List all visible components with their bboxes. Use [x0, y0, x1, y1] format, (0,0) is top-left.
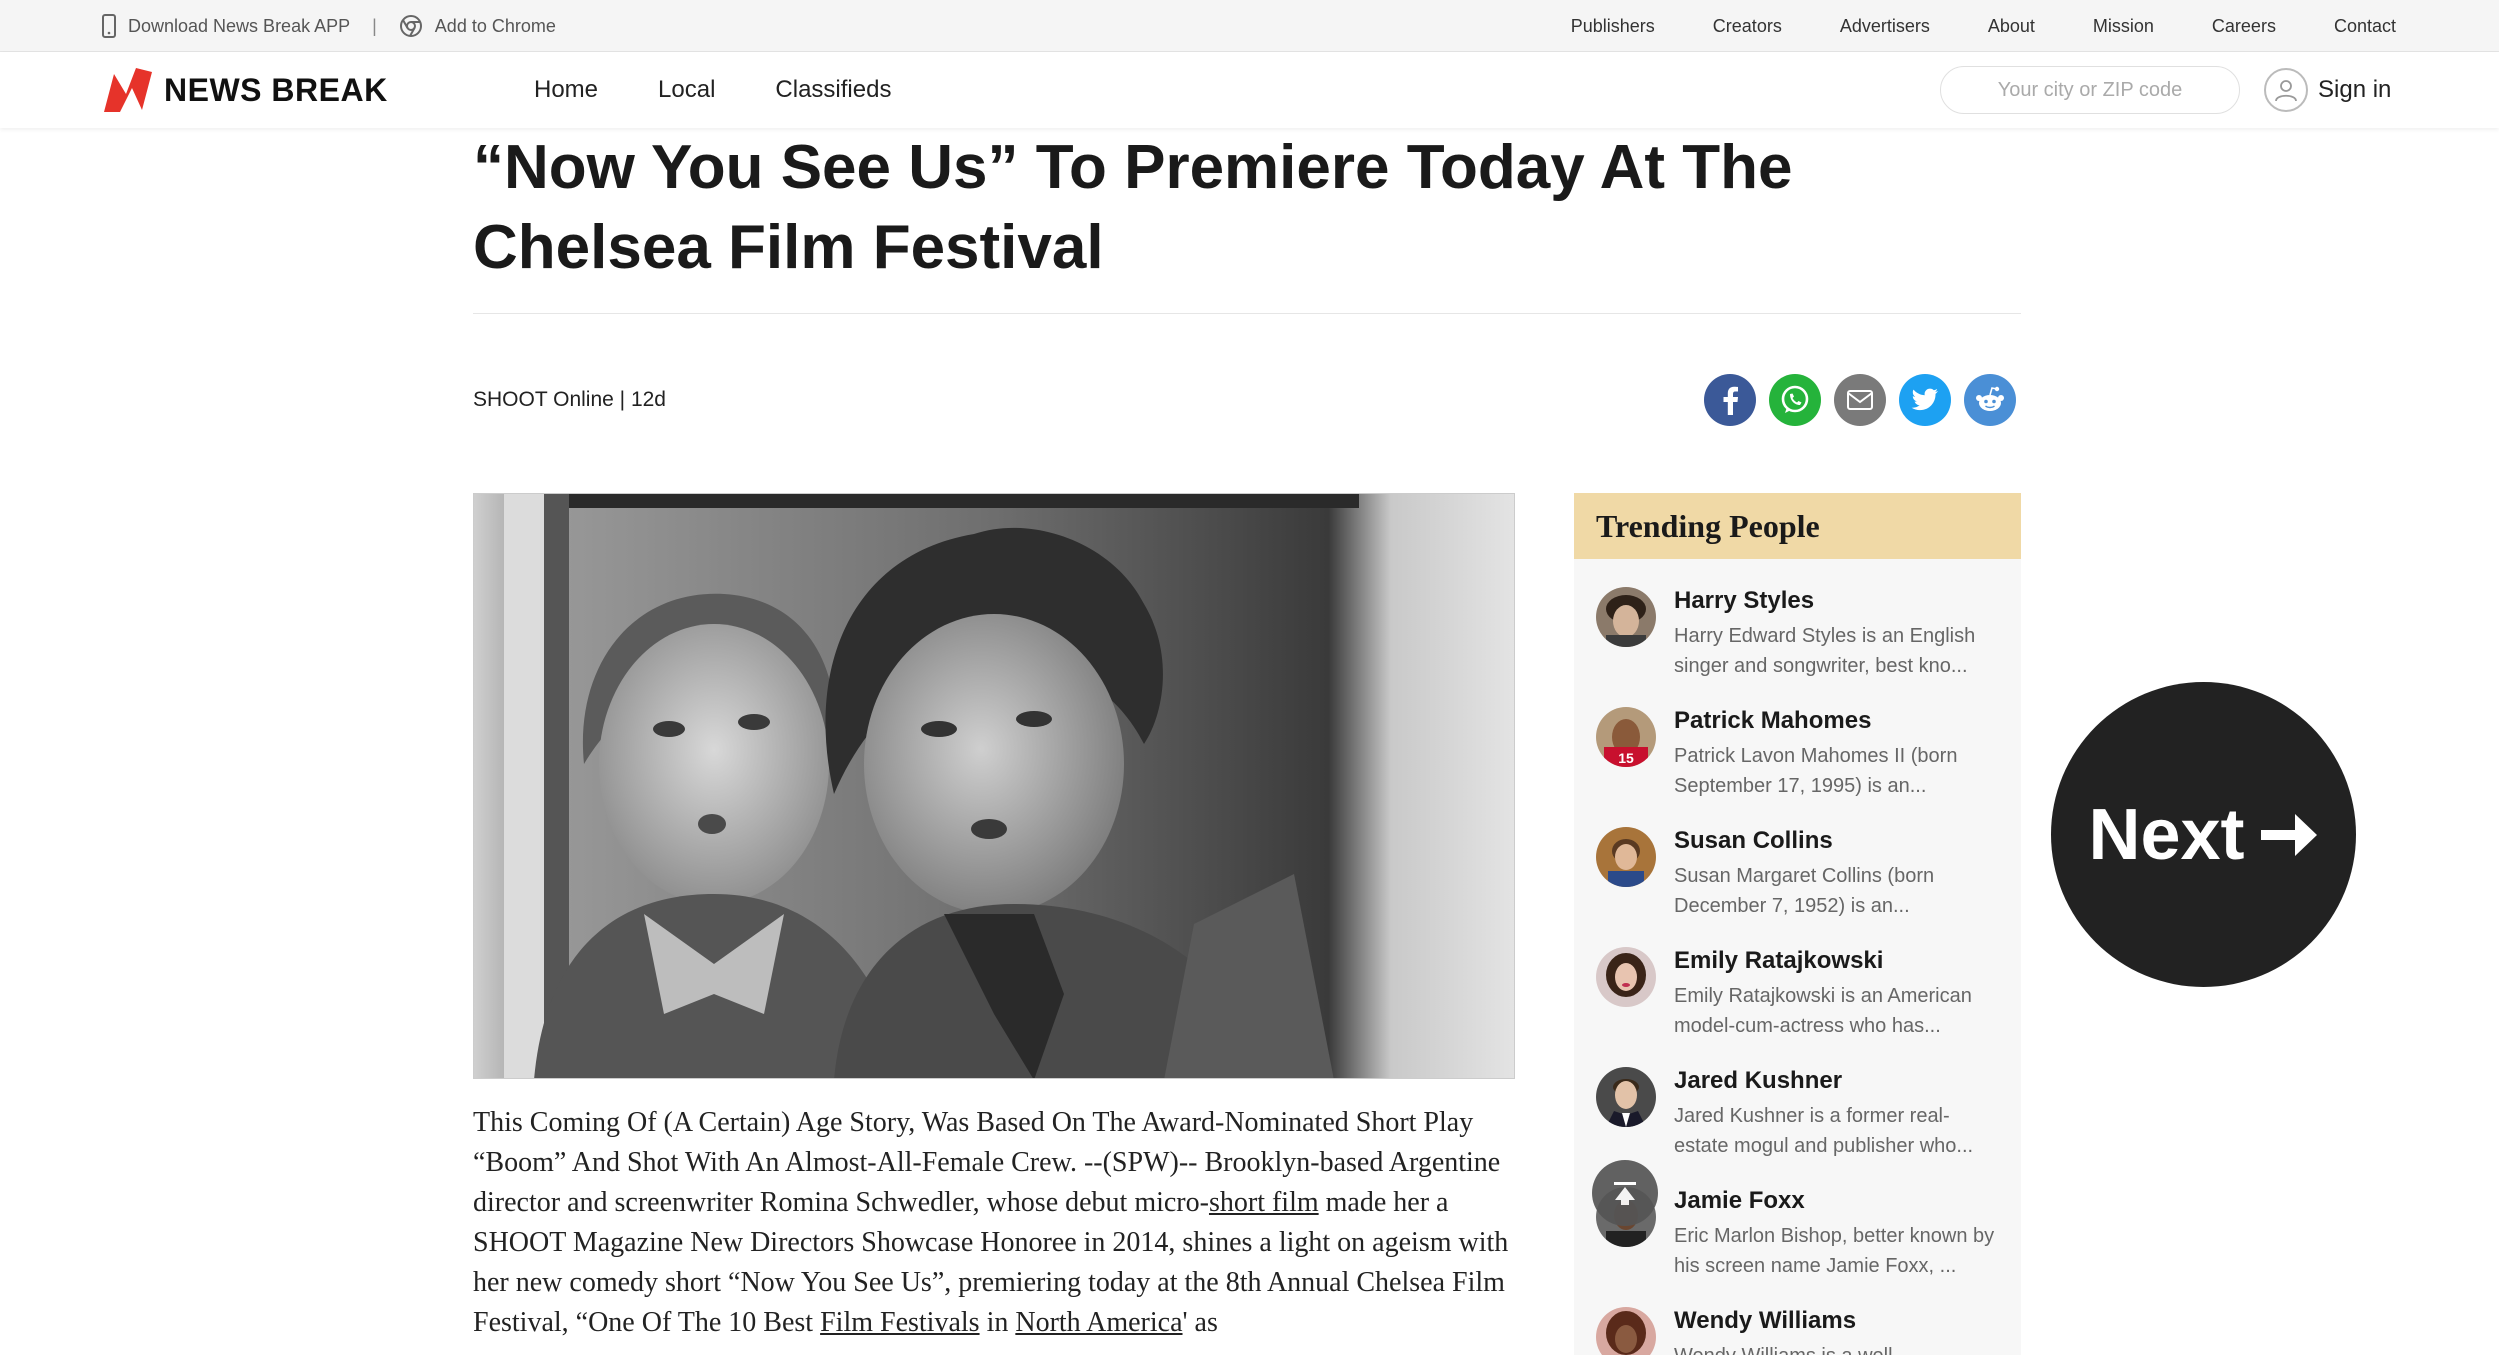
nav-home[interactable]: Home: [534, 76, 598, 104]
user-icon: [2264, 68, 2308, 112]
trending-person-item[interactable]: Wendy Williams Wendy Williams is a well.…: [1596, 1307, 2006, 1355]
separator: |: [372, 15, 377, 36]
main-header: NEWS BREAK Home Local Classifieds Sign i…: [0, 52, 2499, 128]
person-description: Emily Ratajkowski is an American model-c…: [1674, 985, 1972, 1037]
person-description: Susan Margaret Collins (born December 7,…: [1674, 865, 1935, 917]
trending-person-item[interactable]: 15 Patrick Mahomes Patrick Lavon Mahomes…: [1596, 707, 2006, 817]
next-label: Next: [2088, 794, 2245, 875]
scroll-to-top-button[interactable]: [1592, 1160, 1658, 1226]
main-nav: Home Local Classifieds: [534, 52, 951, 128]
location-search-input[interactable]: [1940, 66, 2240, 114]
north-america-link[interactable]: North America: [1015, 1307, 1182, 1338]
creators-link[interactable]: Creators: [1713, 16, 1782, 37]
person-name: Susan Collins: [1674, 827, 1833, 854]
avatar: 15: [1596, 707, 1656, 767]
trending-person-item[interactable]: Susan Collins Susan Margaret Collins (bo…: [1596, 827, 2006, 937]
reddit-icon[interactable]: [1964, 374, 2016, 426]
person-description: Patrick Lavon Mahomes II (born September…: [1674, 745, 1958, 797]
phone-icon: [102, 14, 116, 38]
trending-person-item[interactable]: Jared Kushner Jared Kushner is a former …: [1596, 1067, 2006, 1177]
about-link[interactable]: About: [1988, 16, 2035, 37]
body-text-4: ' as: [1182, 1307, 1218, 1338]
download-app-link[interactable]: Download News Break APP: [128, 16, 350, 37]
person-description: Harry Edward Styles is an English singer…: [1674, 625, 1976, 677]
newsbreak-logo[interactable]: NEWS BREAK: [102, 66, 388, 114]
twitter-icon[interactable]: [1899, 374, 1951, 426]
careers-link[interactable]: Careers: [2212, 16, 2276, 37]
person-name: Jared Kushner: [1674, 1067, 1843, 1094]
trending-people-panel: Trending People Harry Styles Harry Edwar…: [1574, 493, 2021, 1355]
scroll-to-top-icon: [1614, 1182, 1636, 1205]
top-left-links: Download News Break APP | Add to Chrome: [102, 0, 556, 52]
article-hero-image: [473, 493, 1515, 1079]
person-name: Patrick Mahomes: [1674, 707, 1872, 734]
person-name: Emily Ratajkowski: [1674, 947, 1884, 974]
svg-text:15: 15: [1618, 750, 1634, 766]
avatar: [1596, 1307, 1656, 1355]
logo-text: NEWS BREAK: [164, 71, 388, 108]
nav-local[interactable]: Local: [658, 76, 715, 104]
person-name: Harry Styles: [1674, 587, 1815, 614]
trending-person-item[interactable]: Emily Ratajkowski Emily Ratajkowski is a…: [1596, 947, 2006, 1057]
person-name: Wendy Williams: [1674, 1307, 1857, 1334]
film-festivals-link[interactable]: Film Festivals: [820, 1307, 979, 1338]
article-byline: SHOOT Online | 12d: [473, 388, 666, 411]
person-description: Wendy Williams is a well...: [1674, 1341, 2004, 1355]
chrome-icon: [399, 14, 423, 38]
nav-classifieds[interactable]: Classifieds: [775, 76, 891, 104]
person-description: Jared Kushner is a former real-estate mo…: [1674, 1105, 1974, 1157]
sign-in-label: Sign in: [2318, 76, 2392, 103]
whatsapp-icon[interactable]: [1769, 374, 1821, 426]
person-name: Jamie Foxx: [1674, 1187, 1805, 1214]
publishers-link[interactable]: Publishers: [1571, 16, 1655, 37]
short-film-link[interactable]: short film: [1209, 1187, 1319, 1218]
avatar: [1596, 587, 1656, 647]
avatar: [1596, 947, 1656, 1007]
arrow-right-icon: [2260, 813, 2317, 856]
trending-person-item[interactable]: Jamie Foxx Eric Marlon Bishop, better kn…: [1596, 1187, 2006, 1297]
person-description: Eric Marlon Bishop, better known by his …: [1674, 1225, 1995, 1277]
avatar: [1596, 827, 1656, 887]
avatar: [1596, 1067, 1656, 1127]
share-buttons: [1704, 374, 2016, 426]
email-icon[interactable]: [1834, 374, 1886, 426]
article-body: This Coming Of (A Certain) Age Story, Wa…: [473, 1103, 1523, 1343]
trending-person-item[interactable]: Harry Styles Harry Edward Styles is an E…: [1596, 587, 2006, 697]
title-divider: [473, 313, 2021, 314]
body-text-3: in: [979, 1307, 1016, 1338]
sign-in-button[interactable]: Sign in: [2264, 66, 2391, 114]
add-to-chrome-link[interactable]: Add to Chrome: [435, 16, 556, 37]
top-utility-bar: Download News Break APP | Add to Chrome …: [0, 0, 2499, 52]
trending-people-title: Trending People: [1574, 493, 2021, 559]
newsbreak-logo-icon: [104, 68, 152, 112]
next-article-button[interactable]: Next: [2051, 682, 2356, 987]
mission-link[interactable]: Mission: [2093, 16, 2154, 37]
advertisers-link[interactable]: Advertisers: [1840, 16, 1930, 37]
contact-link[interactable]: Contact: [2334, 16, 2396, 37]
top-right-links: Publishers Creators Advertisers About Mi…: [1513, 0, 2396, 52]
article-title: “Now You See Us” To Premiere Today At Th…: [473, 133, 1793, 282]
facebook-icon[interactable]: [1704, 374, 1756, 426]
